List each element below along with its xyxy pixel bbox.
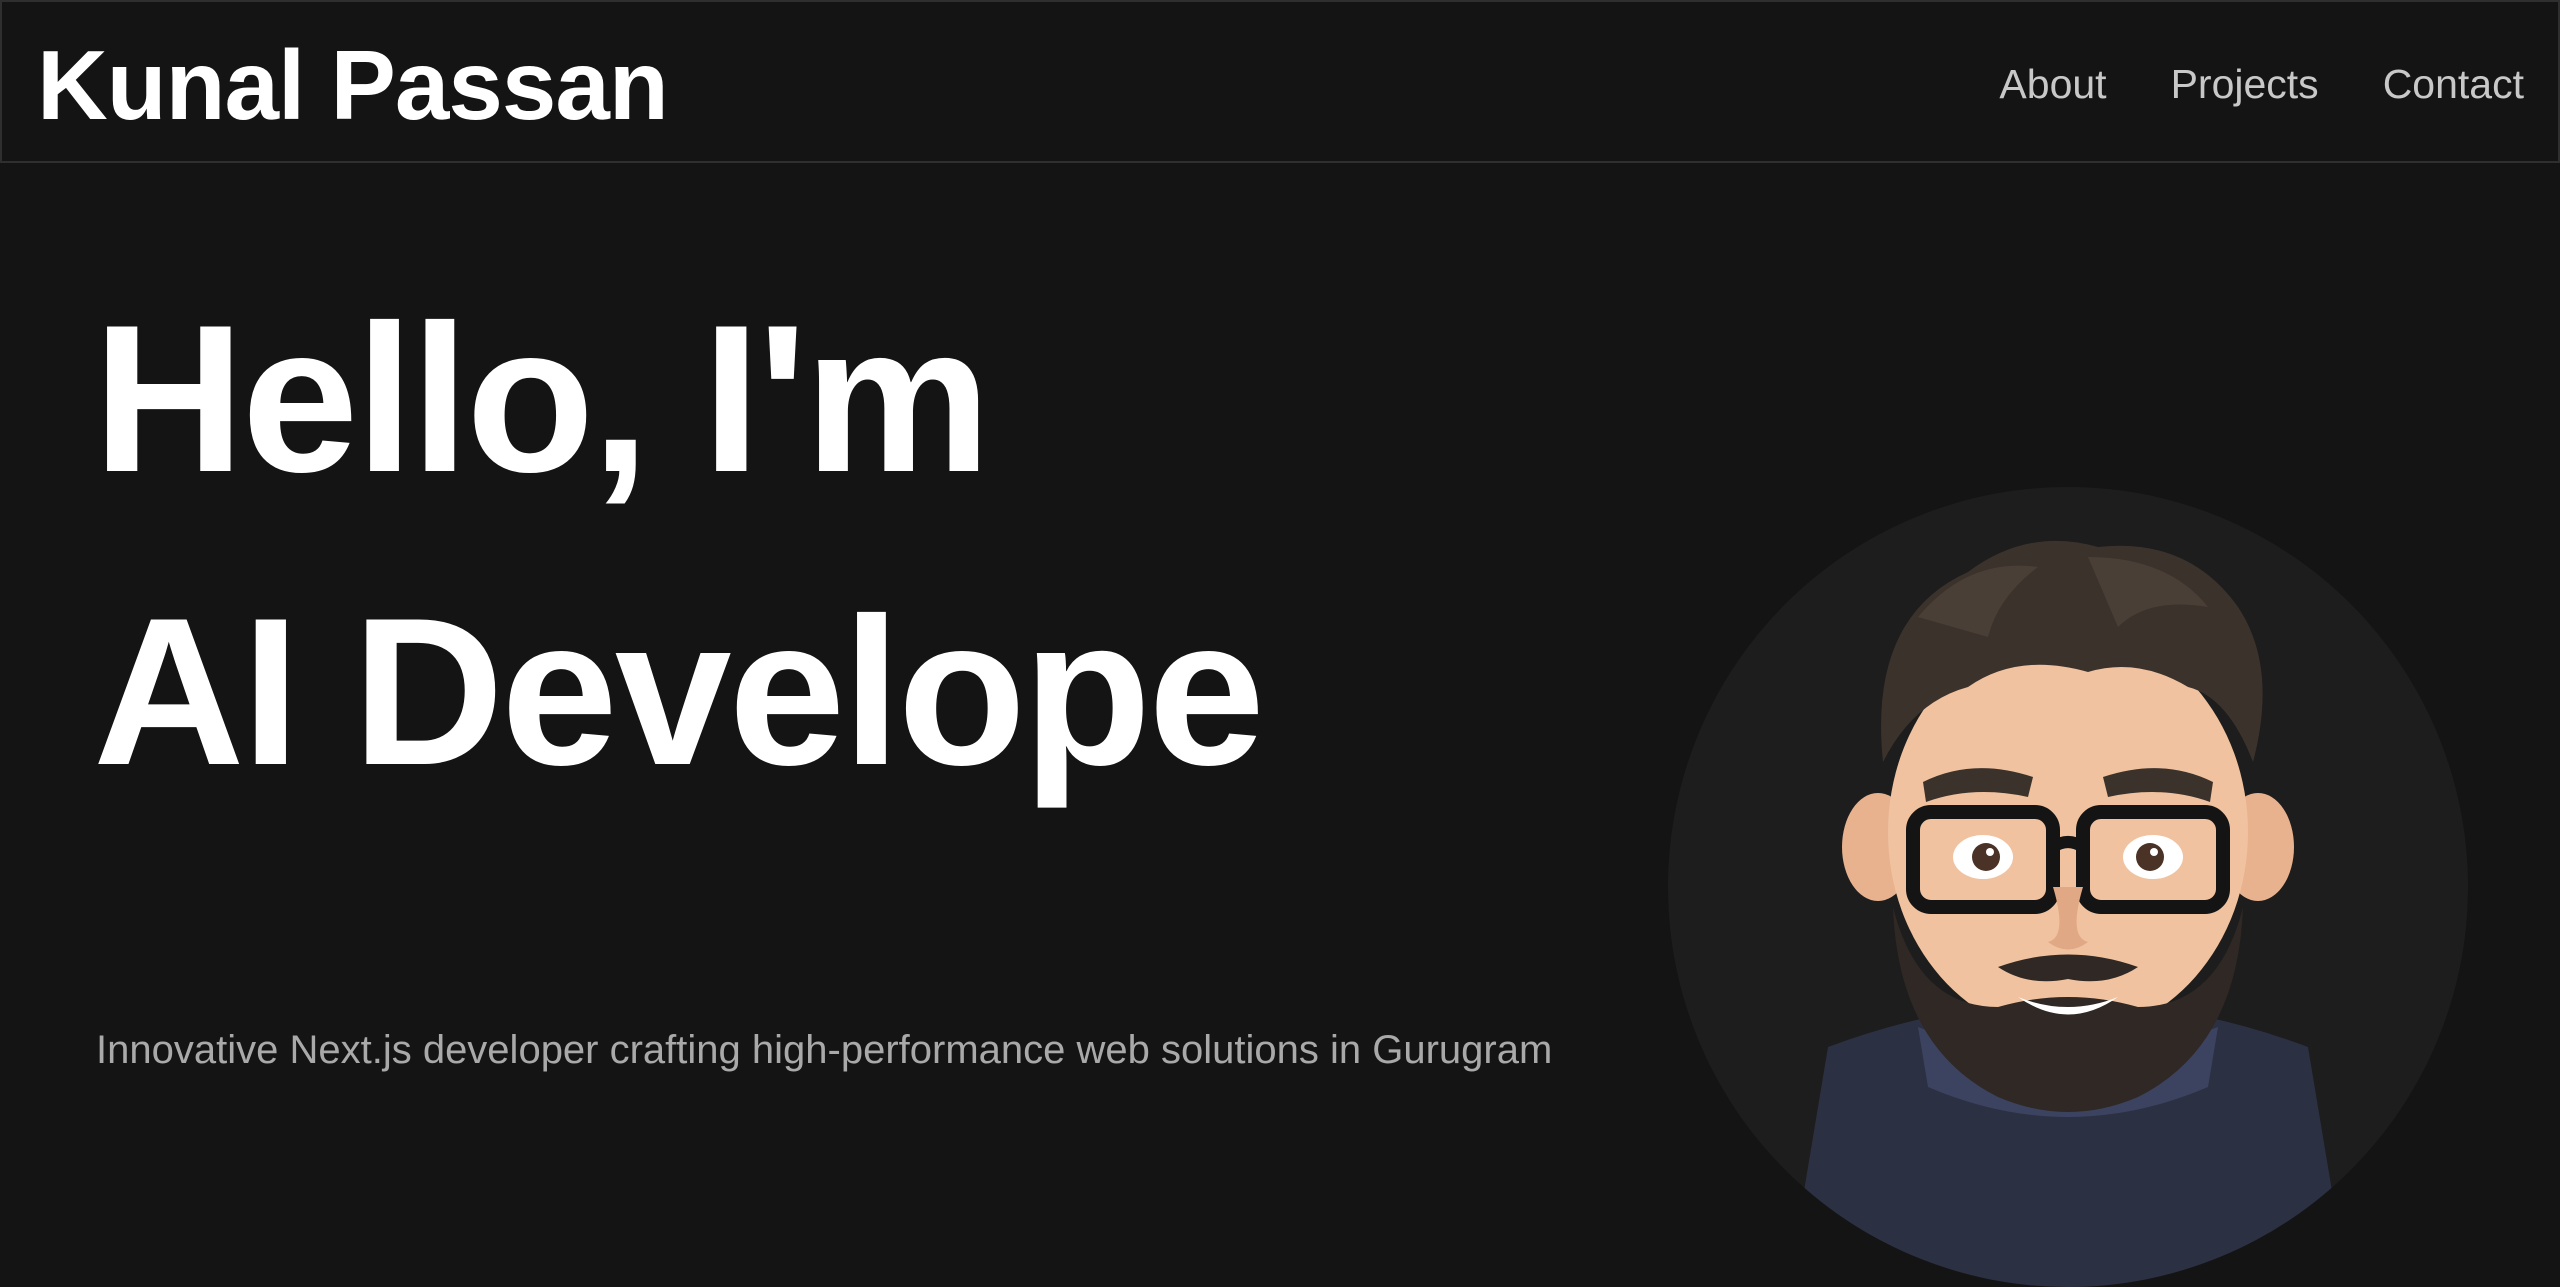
brand-logo[interactable]: Kunal Passan	[37, 20, 669, 150]
hero-subtitle: Innovative Next.js developer crafting hi…	[96, 1028, 1553, 1072]
hero-headline-line1: Hello, I'm	[93, 281, 991, 516]
nav-link-contact[interactable]: Contact	[2383, 61, 2524, 108]
hero-section: Hello, I'm AI Develope Innovative Next.j…	[0, 163, 2560, 1287]
nav-link-about[interactable]: About	[1999, 61, 2106, 108]
nav-links: About Projects Contact	[1999, 46, 2524, 122]
avatar	[1668, 487, 2468, 1287]
cartoon-avatar-icon	[1788, 540, 2348, 1287]
navbar: Kunal Passan About Projects Contact	[0, 0, 2560, 163]
nav-link-projects[interactable]: Projects	[2171, 61, 2319, 108]
hero-headline-line2: AI Develope	[93, 574, 1265, 809]
